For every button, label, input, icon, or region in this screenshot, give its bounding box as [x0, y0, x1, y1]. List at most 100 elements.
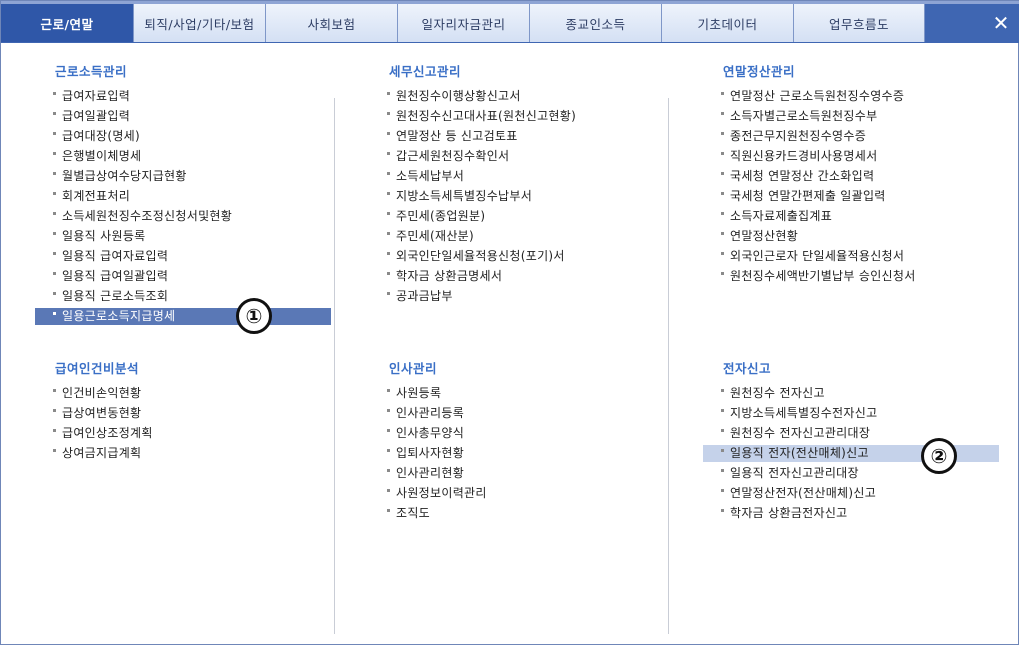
bullet-icon — [387, 132, 390, 135]
section-tax-report-item[interactable]: 주민세(재산분) — [387, 228, 474, 245]
section-earned-income-item[interactable]: 월별급상여수당지급현황 — [53, 168, 187, 185]
bullet-icon — [387, 449, 390, 452]
callout-marker-one: ① — [236, 298, 272, 334]
close-icon[interactable]: ✕ — [984, 4, 1018, 42]
menu-item-label: 원천징수세액반기별납부 승인신청서 — [730, 269, 916, 283]
section-year-end-title: 연말정산관리 — [723, 64, 796, 79]
bullet-icon — [721, 389, 724, 392]
section-tax-report-item[interactable]: 갑근세원천징수확인서 — [387, 148, 509, 165]
section-e-filing-item[interactable]: 원천징수 전자신고관리대장 — [721, 425, 870, 442]
menu-item-label: 지방소득세특별징수전자신고 — [730, 406, 878, 420]
menu-item-label: 연말정산 등 신고검토표 — [396, 129, 518, 143]
bullet-icon — [53, 389, 56, 392]
menu-item-label: 상여금지급계획 — [62, 446, 142, 460]
bullet-icon — [53, 132, 56, 135]
tab-workflow[interactable]: 업무흐름도 — [794, 4, 925, 42]
section-e-filing-item[interactable]: 학자금 상환금전자신고 — [721, 505, 848, 522]
section-year-end-item[interactable]: 국세청 연말정산 간소화입력 — [721, 168, 874, 185]
tab-bar-topline — [1, 1, 1019, 4]
section-hr-item[interactable]: 사원정보이력관리 — [387, 485, 487, 502]
section-tax-report-item[interactable]: 외국인단일세율적용신청(포기)서 — [387, 248, 565, 265]
bullet-icon — [387, 389, 390, 392]
section-year-end-item[interactable]: 종전근무지원천징수영수증 — [721, 128, 866, 145]
bullet-icon — [387, 112, 390, 115]
menu-item-label: 원천징수이행상황신고서 — [396, 89, 521, 103]
tab-religious-income[interactable]: 종교인소득 — [530, 4, 662, 42]
tab-earned-year-end[interactable]: 근로/연말 — [1, 4, 134, 42]
bullet-icon — [387, 172, 390, 175]
section-tax-report-item[interactable]: 원천징수신고대사표(원천신고현황) — [387, 108, 576, 125]
tab-base-data[interactable]: 기초데이터 — [662, 4, 794, 42]
section-payroll-analysis-item[interactable]: 상여금지급계획 — [53, 445, 141, 462]
section-hr-item[interactable]: 인사관리등록 — [387, 405, 464, 422]
section-hr-title: 인사관리 — [389, 361, 438, 376]
menu-item-label: 사원정보이력관리 — [396, 486, 487, 500]
tab-job-fund[interactable]: 일자리자금관리 — [398, 4, 530, 42]
section-earned-income-item[interactable]: 일용근로소득지급명세 — [35, 308, 331, 325]
section-hr-item[interactable]: 인사총무양식 — [387, 425, 464, 442]
section-tax-report-item[interactable]: 지방소득세특별징수납부서 — [387, 188, 532, 205]
bullet-icon — [721, 449, 724, 452]
section-year-end-item[interactable]: 소득자별근로소득원천징수부 — [721, 108, 877, 125]
bullet-icon — [721, 429, 724, 432]
section-year-end-item[interactable]: 연말정산현황 — [721, 228, 798, 245]
section-hr-item[interactable]: 인사관리현황 — [387, 465, 464, 482]
menu-item-label: 연말정산 근로소득원천징수영수증 — [730, 89, 905, 103]
menu-item-label: 주민세(재산분) — [396, 229, 475, 243]
bullet-icon — [387, 469, 390, 472]
bullet-icon — [387, 429, 390, 432]
section-year-end-item[interactable]: 연말정산 근로소득원천징수영수증 — [721, 88, 904, 105]
menu-content: 근로소득관리 급여자료입력 급여일괄입력 급여대장(명세) 은행별이체명세 월별급상여수당… — [1, 43, 1019, 645]
tab-social-insurance[interactable]: 사회보험 — [266, 4, 398, 42]
menu-item-label: 인사총무양식 — [396, 426, 465, 440]
section-e-filing-item[interactable]: 연말정산전자(전산매체)신고 — [721, 485, 876, 502]
section-payroll-analysis-item[interactable]: 급여인상조정계획 — [53, 425, 153, 442]
menu-window: 근로/연말 퇴직/사업/기타/보험 사회보험 일자리자금관리 종교인소득 기초데이터 업무흐… — [0, 0, 1019, 645]
bullet-icon — [387, 212, 390, 215]
section-earned-income-item[interactable]: 은행별이체명세 — [53, 148, 141, 165]
section-tax-report-item[interactable]: 소득세납부서 — [387, 168, 464, 185]
section-earned-income-item[interactable]: 급여대장(명세) — [53, 128, 140, 145]
section-earned-income-item[interactable]: 소득세원천징수조정신청서및현황 — [53, 208, 232, 225]
bullet-icon — [53, 449, 56, 452]
section-year-end-item[interactable]: 직원신용카드경비사용명세서 — [721, 148, 877, 165]
menu-item-label: 일용직 사원등록 — [62, 229, 146, 243]
section-e-filing-item[interactable]: 원천징수 전자신고 — [721, 385, 825, 402]
section-payroll-analysis-title: 급여인건비분석 — [55, 361, 140, 376]
section-earned-income-item[interactable]: 일용직 급여일괄입력 — [53, 268, 168, 285]
section-year-end-item[interactable]: 국세청 연말간편제출 일괄입력 — [721, 188, 886, 205]
section-year-end-item[interactable]: 외국인근로자 단일세율적용신청서 — [721, 248, 904, 265]
section-earned-income-item[interactable]: 일용직 근로소득조회 — [53, 288, 168, 305]
section-year-end-item[interactable]: 원천징수세액반기별납부 승인신청서 — [721, 268, 916, 285]
section-e-filing-item[interactable]: 일용직 전자신고관리대장 — [721, 465, 859, 482]
section-payroll-analysis-item[interactable]: 인건비손익현황 — [53, 385, 141, 402]
tab-retirement-business[interactable]: 퇴직/사업/기타/보험 — [134, 4, 266, 42]
bullet-icon — [53, 212, 56, 215]
section-tax-report-item[interactable]: 학자금 상환금명세서 — [387, 268, 502, 285]
section-tax-report-item[interactable]: 원천징수이행상황신고서 — [387, 88, 521, 105]
callout-marker-two: ② — [921, 438, 957, 474]
menu-item-label: 지방소득세특별징수납부서 — [396, 189, 533, 203]
section-earned-income-item[interactable]: 일용직 급여자료입력 — [53, 248, 168, 265]
section-earned-income-item[interactable]: 회계전표처리 — [53, 188, 130, 205]
section-tax-report-item[interactable]: 주민세(종업원분) — [387, 208, 485, 225]
section-tax-report-item[interactable]: 연말정산 등 신고검토표 — [387, 128, 518, 145]
section-payroll-analysis-item[interactable]: 급상여변동현황 — [53, 405, 141, 422]
bullet-icon — [53, 252, 56, 255]
section-tax-report-item[interactable]: 공과금납부 — [387, 288, 453, 305]
menu-item-label: 종전근무지원천징수영수증 — [730, 129, 867, 143]
section-earned-income-item[interactable]: 급여일괄입력 — [53, 108, 130, 125]
section-year-end-item[interactable]: 소득자료제출집계표 — [721, 208, 832, 225]
bullet-icon — [387, 489, 390, 492]
section-earned-income-item[interactable]: 급여자료입력 — [53, 88, 130, 105]
menu-item-label: 주민세(종업원분) — [396, 209, 486, 223]
section-e-filing-item[interactable]: 지방소득세특별징수전자신고 — [721, 405, 877, 422]
bullet-icon — [53, 92, 56, 95]
menu-item-label: 일용직 급여일괄입력 — [62, 269, 169, 283]
menu-item-label: 직원신용카드경비사용명세서 — [730, 149, 878, 163]
section-hr-item[interactable]: 조직도 — [387, 505, 430, 522]
section-earned-income-item[interactable]: 일용직 사원등록 — [53, 228, 146, 245]
menu-item-label: 입퇴사자현황 — [396, 446, 465, 460]
section-hr-item[interactable]: 입퇴사자현황 — [387, 445, 464, 462]
section-hr-item[interactable]: 사원등록 — [387, 385, 441, 402]
